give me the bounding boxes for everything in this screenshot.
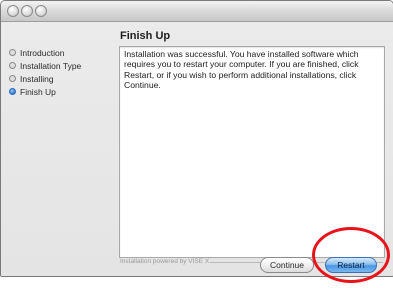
installation-message: Installation was successful. You have in… [124,49,359,90]
circle-bullet-icon [9,88,16,95]
powered-by-label: Installation powered by VISE X [120,258,210,265]
close-icon[interactable] [7,5,19,17]
step-label: Finish Up [20,86,56,97]
continue-button[interactable]: Continue [260,257,314,273]
pane-title: Finish Up [120,30,171,42]
circle-bullet-icon [9,75,16,82]
window-titlebar[interactable] [1,1,393,22]
step-installation-type: Installation Type [9,59,117,72]
installer-steps-list: Introduction Installation Type Installin… [9,46,117,98]
message-panel: Installation was successful. You have in… [119,46,385,258]
step-label: Installing [20,73,54,84]
circle-bullet-icon [9,49,16,56]
step-label: Introduction [20,47,65,58]
zoom-icon[interactable] [35,5,47,17]
minimize-icon[interactable] [21,5,33,17]
installer-window: Finish Up Introduction Installation Type… [0,0,393,277]
step-finish-up: Finish Up [9,85,117,98]
step-installing: Installing [9,72,117,85]
step-label: Installation Type [20,60,82,71]
window-body: Finish Up Introduction Installation Type… [1,22,393,276]
circle-bullet-icon [9,62,16,69]
step-introduction: Introduction [9,46,117,59]
restart-button[interactable]: Restart [325,257,377,273]
